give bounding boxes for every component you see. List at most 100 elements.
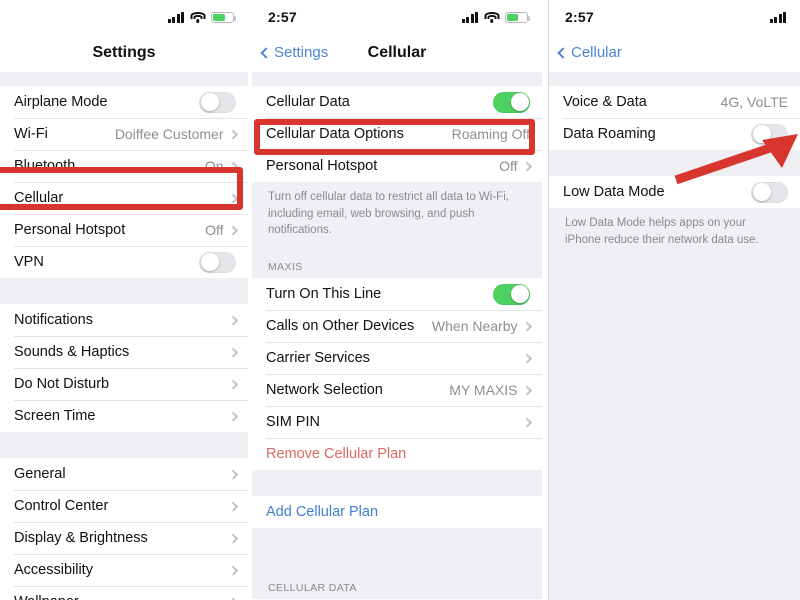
sidebar-item-display-brightness[interactable]: Display & Brightness — [0, 522, 248, 554]
row-label: Wallpaper — [14, 594, 79, 600]
status-bar-cellular: 2:57 — [252, 0, 542, 34]
wifi-icon — [190, 11, 205, 23]
row-label: Personal Hotspot — [266, 158, 378, 174]
chevron-right-icon — [228, 315, 238, 325]
cellular-list-scroll[interactable]: Cellular Data Cellular Data Options Roam… — [252, 72, 542, 600]
row-network-selection[interactable]: Network Selection MY MAXIS — [252, 374, 542, 407]
row-label: Voice & Data — [563, 94, 647, 110]
row-cellular-data[interactable]: Cellular Data — [252, 86, 542, 118]
row-label: Carrier Services — [266, 350, 370, 367]
status-time: 2:57 — [565, 9, 594, 25]
row-value: 4G, VoLTE — [720, 94, 788, 110]
sidebar-item-sounds-haptics[interactable]: Sounds & Haptics — [0, 336, 248, 368]
phone-screen-cellular: 2:57 Settings Cellular Cellular Data Cel… — [252, 0, 542, 600]
cellular-group-data: Cellular Data Cellular Data Options Roam… — [252, 86, 542, 182]
sidebar-item-personal-hotspot[interactable]: Personal Hotspot Off — [0, 214, 248, 246]
low-data-mode-toggle[interactable] — [751, 181, 788, 203]
row-personal-hotspot[interactable]: Personal Hotspot Off — [252, 150, 542, 182]
row-label: Data Roaming — [563, 126, 656, 142]
options-list-scroll[interactable]: Voice & Data 4G, VoLTE Data Roaming Low … — [549, 72, 800, 600]
sidebar-item-general[interactable]: General — [0, 458, 248, 490]
row-label: Wi-Fi — [14, 126, 48, 142]
sidebar-item-accessibility[interactable]: Accessibility — [0, 554, 248, 586]
row-data-roaming[interactable]: Data Roaming — [549, 118, 800, 150]
options-group-low-data: Low Data Mode — [549, 176, 800, 208]
chevron-right-icon — [228, 347, 238, 357]
row-value: MY MAXIS — [449, 382, 518, 399]
chevron-right-icon — [228, 533, 238, 543]
row-cellular-data-options[interactable]: Cellular Data Options Roaming Off — [252, 118, 542, 150]
sidebar-item-bluetooth[interactable]: Bluetooth On — [0, 150, 248, 182]
settings-list-scroll[interactable]: Airplane Mode Wi-Fi Doiffee Customer Blu… — [0, 72, 248, 600]
row-value: Roaming Off — [451, 126, 530, 142]
row-label: Sounds & Haptics — [14, 344, 130, 360]
chevron-right-icon — [522, 385, 532, 395]
sidebar-item-notifications[interactable]: Notifications — [0, 304, 248, 336]
status-indicators — [461, 11, 530, 23]
back-button-label: Settings — [274, 44, 329, 61]
chevron-right-icon — [522, 321, 532, 331]
battery-icon — [211, 11, 236, 23]
back-button-cellular[interactable]: Cellular — [549, 44, 622, 61]
sidebar-item-wifi[interactable]: Wi-Fi Doiffee Customer — [0, 118, 248, 150]
row-label: Network Selection — [266, 382, 383, 399]
chevron-right-icon — [228, 501, 238, 511]
back-button-settings[interactable]: Settings — [252, 44, 328, 61]
vpn-toggle[interactable] — [199, 251, 236, 273]
chevron-right-icon — [228, 379, 238, 389]
section-header-maxis: MAXIS — [268, 261, 303, 274]
sidebar-item-wallpaper[interactable]: Wallpaper — [0, 586, 248, 600]
row-label: Add Cellular Plan — [266, 504, 379, 521]
cellular-data-footer-text: Turn off cellular data to restrict all d… — [268, 191, 509, 237]
nav-bar-settings: Settings — [0, 34, 248, 72]
row-label: Personal Hotspot — [14, 222, 126, 238]
sidebar-item-do-not-disturb[interactable]: Do Not Disturb — [0, 368, 248, 400]
row-label: Remove Cellular Plan — [266, 446, 407, 463]
turn-on-this-line-toggle[interactable] — [493, 283, 530, 305]
row-label: SIM PIN — [266, 414, 320, 431]
chevron-right-icon — [522, 161, 532, 171]
signal-bars-icon — [167, 11, 184, 23]
row-value: Off — [205, 222, 224, 238]
phone-screen-cellular-data-options: 2:57 Cellular Voice & Data 4G, VoLTE Dat… — [548, 0, 800, 600]
row-label: Turn On This Line — [266, 286, 382, 303]
row-label: Notifications — [14, 312, 93, 328]
row-add-cellular-plan[interactable]: Add Cellular Plan — [252, 496, 542, 529]
row-label: Airplane Mode — [14, 94, 108, 110]
chevron-left-icon — [557, 46, 569, 59]
options-group-voice-data: Voice & Data 4G, VoLTE Data Roaming — [549, 86, 800, 150]
status-indicators — [167, 11, 236, 23]
sidebar-item-airplane-mode[interactable]: Airplane Mode — [0, 86, 248, 118]
row-voice-and-data[interactable]: Voice & Data 4G, VoLTE — [549, 86, 800, 118]
row-calls-on-other-devices[interactable]: Calls on Other Devices When Nearby — [252, 310, 542, 343]
row-label: Cellular Data Options — [266, 126, 404, 142]
airplane-mode-toggle[interactable] — [199, 91, 236, 113]
data-roaming-toggle[interactable] — [751, 123, 788, 145]
row-label: Cellular Data — [266, 94, 350, 110]
row-value: Off — [499, 158, 518, 174]
battery-icon — [505, 11, 530, 23]
row-remove-cellular-plan[interactable]: Remove Cellular Plan — [252, 438, 542, 471]
sidebar-item-screen-time[interactable]: Screen Time — [0, 400, 248, 432]
row-label: VPN — [14, 254, 44, 270]
row-carrier-services[interactable]: Carrier Services — [252, 342, 542, 375]
status-bar-settings — [0, 0, 248, 34]
status-bar-options: 2:57 — [549, 0, 800, 34]
cellular-data-toggle[interactable] — [493, 91, 530, 113]
row-sim-pin[interactable]: SIM PIN — [252, 406, 542, 439]
chevron-right-icon — [228, 565, 238, 575]
row-value: On — [204, 158, 224, 174]
sidebar-item-cellular[interactable]: Cellular — [0, 182, 248, 214]
row-turn-on-this-line[interactable]: Turn On This Line — [252, 278, 542, 311]
wifi-icon — [484, 11, 499, 23]
row-label: Control Center — [14, 498, 109, 514]
row-low-data-mode[interactable]: Low Data Mode — [549, 176, 800, 208]
chevron-left-icon — [260, 46, 272, 59]
chevron-right-icon — [228, 225, 238, 235]
chevron-right-icon — [228, 469, 238, 479]
sidebar-item-vpn[interactable]: VPN — [0, 246, 248, 278]
row-label: Low Data Mode — [563, 184, 665, 200]
chevron-right-icon — [228, 129, 238, 139]
sidebar-item-control-center[interactable]: Control Center — [0, 490, 248, 522]
row-value: Doiffee Customer — [114, 126, 224, 142]
